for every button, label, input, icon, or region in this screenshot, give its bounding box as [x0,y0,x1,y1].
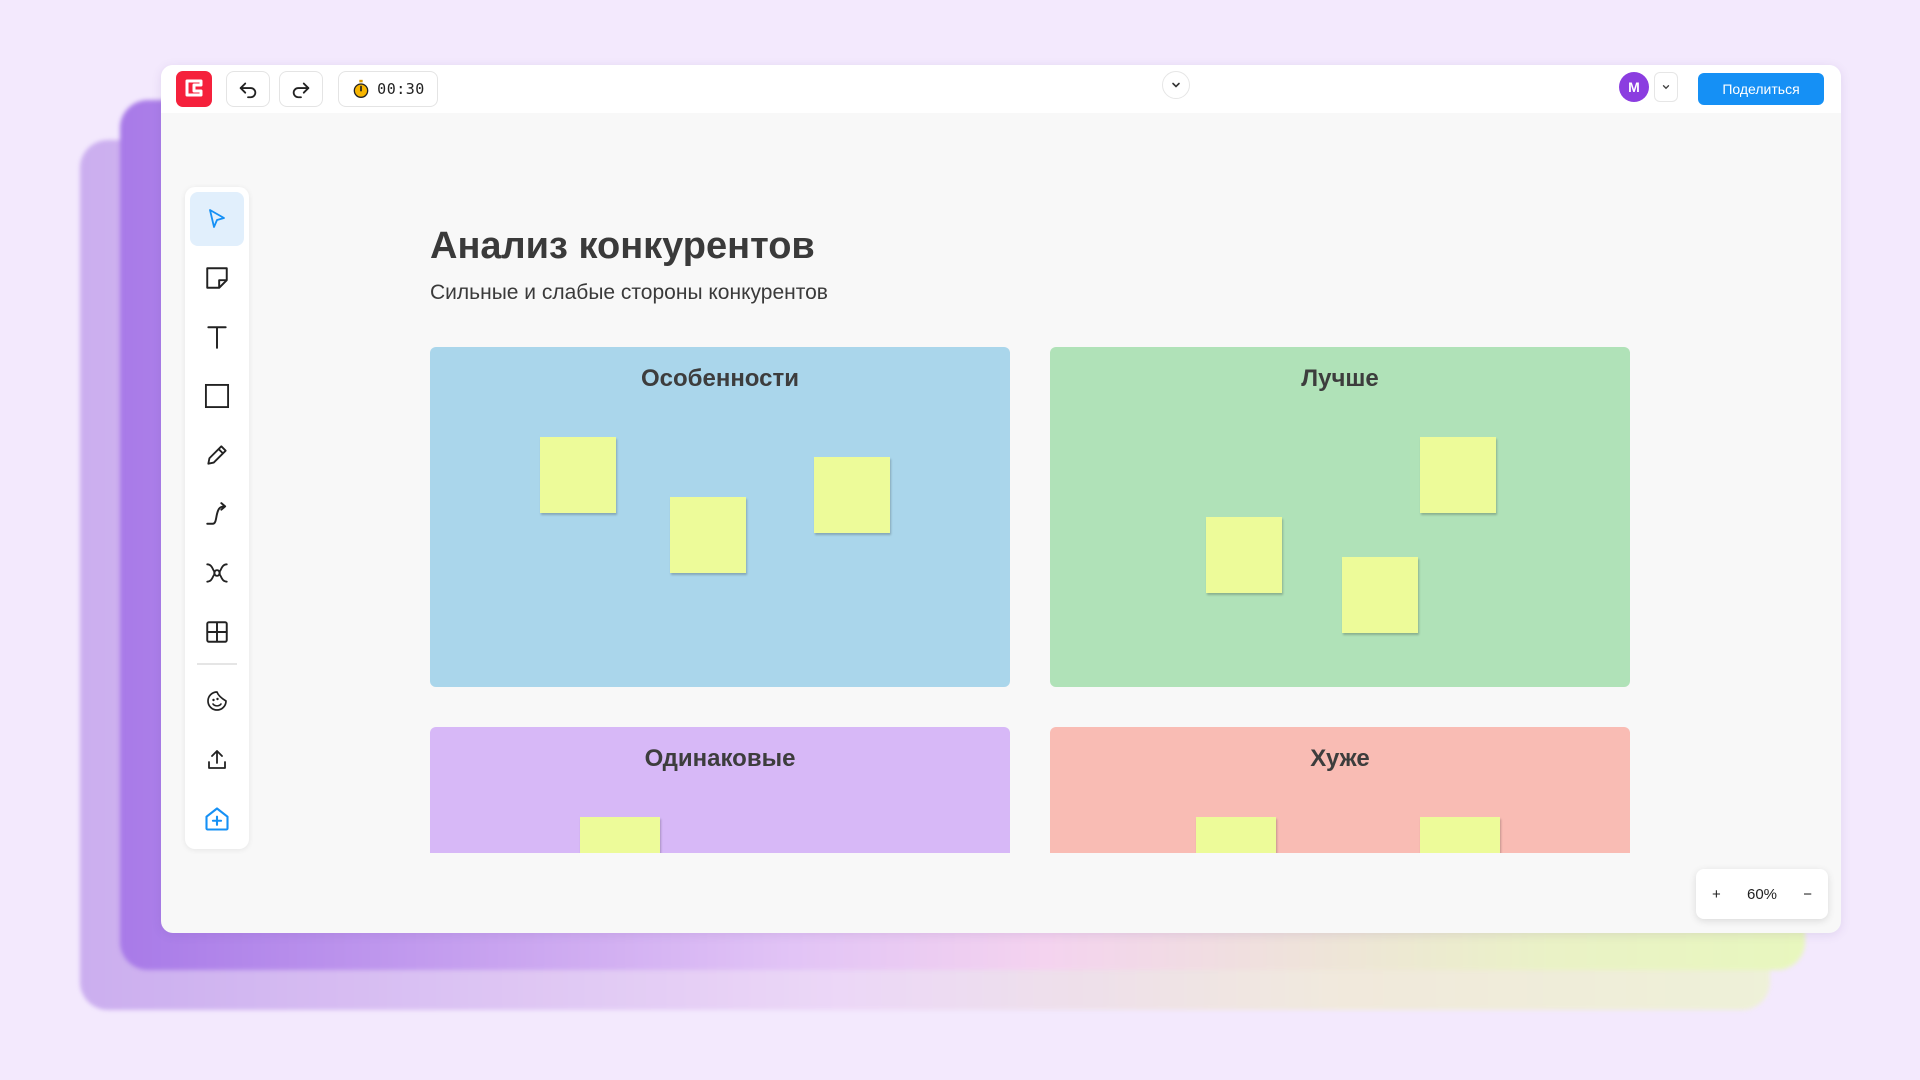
avatar[interactable]: M [1619,72,1649,102]
timer-button[interactable]: 00:30 [338,71,438,107]
redo-button[interactable] [279,71,323,107]
share-button[interactable]: Поделиться [1698,73,1824,105]
sticky-note[interactable] [1420,437,1496,513]
frame-title: Лучше [1301,365,1379,392]
users-dropdown[interactable] [1654,72,1678,102]
whiteboard-window: 00:30 M Поделиться Анализ конкурентов Си… [161,65,1841,933]
sticky-note[interactable] [540,437,616,513]
frame-better[interactable]: Лучше [1050,347,1630,687]
sticky-note[interactable] [814,457,890,533]
undo-button[interactable] [226,71,270,107]
logo-icon [185,79,203,97]
sticky-note[interactable] [1342,557,1418,633]
stopwatch-icon [353,79,369,98]
canvas-area[interactable]: Особенности Лучше Одинаковые Хуже [161,113,1841,853]
sticky-note[interactable] [580,817,660,853]
sticky-note[interactable] [1196,817,1276,853]
frame-title: Одинаковые [644,745,796,772]
frame-title: Хуже [1310,745,1370,772]
frame-features[interactable]: Особенности [430,347,1010,687]
sticky-note[interactable] [1206,517,1282,593]
redo-icon [292,82,310,99]
frame-same[interactable]: Одинаковые [430,727,1010,853]
timer-value: 00:30 [377,80,425,98]
frame-worse[interactable]: Хуже [1050,727,1630,853]
app-logo[interactable] [176,71,212,107]
zoom-level[interactable]: 60% [1747,886,1777,903]
sticky-note[interactable] [1420,817,1500,853]
zoom-out-button[interactable]: − [1803,886,1812,903]
undo-icon [239,82,257,99]
frame-title: Особенности [640,365,800,392]
chevron-down-icon [1172,82,1180,88]
zoom-control: + 60% − [1696,869,1828,919]
sticky-note[interactable] [670,497,746,573]
chevron-down-icon [1662,85,1670,90]
zoom-in-button[interactable]: + [1712,886,1721,903]
collapse-toggle[interactable] [1162,71,1190,99]
top-bar: 00:30 M Поделиться [161,65,1841,113]
